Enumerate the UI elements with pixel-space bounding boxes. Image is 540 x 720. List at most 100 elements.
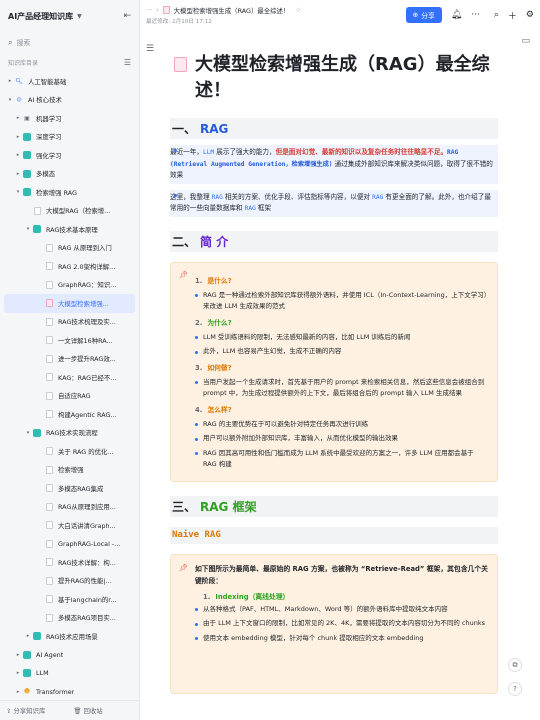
sidebar-item[interactable]: ▾ RAG技术基本原理: [4, 220, 135, 239]
sidebar-item-label: 大模型RAG（检索增...: [46, 207, 111, 216]
wiki-icon: [22, 669, 32, 678]
sidebar-item-label: GraphRAG：知识...: [58, 281, 117, 290]
sidebar-item[interactable]: ▸ LLM: [4, 664, 135, 683]
document-icon: [44, 576, 54, 585]
sidebar-item[interactable]: ▾ RAG技术实现流程: [4, 424, 135, 443]
page-title: 大模型检索增强生成（RAG）最全综述！: [170, 52, 498, 104]
sidebar-item[interactable]: ▸ ▣ 机器学习: [4, 109, 135, 128]
pin-icon: 📌︎: [179, 563, 188, 572]
breadcrumb-title[interactable]: 大模型检索增强生成（RAG）最全综述！: [174, 6, 290, 15]
sidebar-item[interactable]: ▸ RAG技术应用场景: [4, 627, 135, 646]
document-icon: [44, 502, 54, 511]
settings-icon[interactable]: ⚙: [526, 10, 534, 20]
sidebar-item[interactable]: 大模型RAG（检索增...: [4, 202, 135, 221]
sidebar-item[interactable]: GraphRAG：知识...: [4, 276, 135, 295]
chevron-down-icon[interactable]: ▼: [77, 13, 82, 20]
question-text: 如何做?: [207, 363, 232, 372]
document-icon: [32, 206, 42, 215]
sidebar-item[interactable]: RAG从原理到应用...: [4, 498, 135, 517]
sidebar-item[interactable]: 自适应RAG: [4, 387, 135, 406]
chevron-right-icon[interactable]: ▸: [14, 152, 22, 158]
chevron-right-icon[interactable]: ▸: [14, 171, 22, 177]
knowledge-base-title[interactable]: AI产品经理知识库: [8, 11, 73, 22]
globe-icon: ⊕: [412, 11, 419, 19]
sidebar-item[interactable]: 提升RAG的性能|...: [4, 572, 135, 591]
sidebar-item[interactable]: ▾ 检索增强 RAG: [4, 183, 135, 202]
search-box[interactable]: ⌕ 搜索: [6, 34, 133, 52]
breadcrumb-more[interactable]: ···: [146, 6, 152, 14]
sidebar-item[interactable]: 构建Agentic RAG...: [4, 405, 135, 424]
share-knowledge-base-button[interactable]: ⇪ 分享知识库: [6, 706, 59, 715]
floating-menu-button[interactable]: ⧉: [508, 658, 522, 672]
more-icon[interactable]: ···: [471, 10, 480, 20]
sidebar-item[interactable]: 检索增强: [4, 461, 135, 480]
inline-code: RAG: [372, 193, 384, 201]
collapse-sidebar-icon[interactable]: ⇤: [123, 11, 131, 21]
sidebar-item[interactable]: ▸ 深度学习: [4, 128, 135, 147]
sidebar-item-label: 一文详解16种RA...: [58, 336, 113, 345]
sidebar-item[interactable]: 关于 RAG 的优化...: [4, 442, 135, 461]
chevron-right-icon[interactable]: ▸: [14, 134, 22, 140]
sidebar-item[interactable]: RAG技术梳理及实...: [4, 313, 135, 332]
document-icon: [44, 317, 54, 326]
question-how: 3. 如何做?: [195, 363, 232, 372]
sidebar-item[interactable]: ▸ 多模态: [4, 165, 135, 184]
chevron-right-icon[interactable]: ▸: [14, 670, 22, 676]
sidebar-item[interactable]: ▸ AI Agent: [4, 646, 135, 665]
chevron-right-icon[interactable]: ▸: [14, 652, 22, 658]
add-icon[interactable]: ＋: [508, 9, 517, 22]
document-icon: [44, 336, 54, 345]
sidebar-item[interactable]: RAG 2.0架构详解...: [4, 257, 135, 276]
last-modified: 最近修改: 2月10日 17:12: [146, 18, 212, 25]
sidebar-item-label: RAG技术梳理及实...: [58, 318, 116, 327]
list-item: RAG 因其高可用性和低门槛而成为 LLM 系统中最受欢迎的方案之一，许多 LL…: [179, 448, 489, 471]
sidebar-item-label: KAG：RAG已经不...: [58, 373, 117, 382]
chevron-down-icon[interactable]: ▾: [24, 430, 32, 436]
share-button[interactable]: ⊕ 分享: [405, 7, 442, 23]
sidebar-item[interactable]: 多模态RAG集成: [4, 479, 135, 498]
document-icon: [44, 410, 54, 419]
sidebar-item[interactable]: 进一步提升RAG效...: [4, 350, 135, 369]
sidebar-item[interactable]: ▸ 🔍︎ 人工智能基础: [4, 72, 135, 91]
sidebar-item[interactable]: GraphRAG-Local -...: [4, 535, 135, 554]
sidebar-item[interactable]: 大白话讲清Graph...: [4, 516, 135, 535]
sidebar-item[interactable]: ▾ ◍ AI 核心技术: [4, 91, 135, 110]
sidebar-item[interactable]: KAG：RAG已经不...: [4, 368, 135, 387]
sidebar-item[interactable]: ▸ 强化学习: [4, 146, 135, 165]
document-icon: [44, 521, 54, 530]
globe-icon: ◍: [16, 96, 22, 104]
bell-icon[interactable]: 🔔︎: [451, 10, 462, 20]
sidebar-item[interactable]: RAG技术详解：构...: [4, 553, 135, 572]
search-icon[interactable]: ⌕: [494, 10, 499, 20]
sidebar-item[interactable]: RAG 从原理到入门: [4, 239, 135, 258]
heading-number: 一、: [172, 122, 197, 136]
chevron-right-icon[interactable]: ▸: [14, 115, 22, 121]
sidebar-item[interactable]: 多模态RAG项目实...: [4, 609, 135, 628]
chevron-right-icon[interactable]: ▸: [6, 78, 14, 84]
help-button[interactable]: ?: [508, 682, 522, 696]
directory-tree: ▸ 🔍︎ 人工智能基础 ▾ ◍ AI 核心技术 ▸ ▣ 机器学习 ▸ 深度学习 ▸ 强化学习 ▸ 多模态 ▾ 检…: [0, 72, 139, 701]
document-icon: [44, 354, 54, 363]
sidebar-item[interactable]: 基于langchain的r...: [4, 590, 135, 609]
comment-icon[interactable]: ▭: [521, 36, 530, 46]
sidebar-item[interactable]: 大模型检索增强...: [4, 294, 135, 313]
chevron-down-icon[interactable]: ▾: [6, 97, 14, 103]
text-run: 最近一年，: [170, 148, 203, 156]
sidebar-item[interactable]: 一文详解16种RA...: [4, 331, 135, 350]
document-icon: [44, 539, 54, 548]
trash-button[interactable]: 🗑 回收站: [73, 706, 116, 715]
transformer-icon: ☻: [23, 688, 31, 696]
directory-sort-icon[interactable]: ☰: [124, 58, 131, 67]
sidebar-item[interactable]: ▸ ☻ Transformer: [4, 683, 135, 702]
sidebar-item-label: RAG技术基本原理: [46, 225, 98, 234]
chevron-right-icon[interactable]: ▸: [14, 689, 22, 695]
document-icon: [44, 280, 54, 289]
chevron-down-icon[interactable]: ▾: [14, 189, 22, 195]
chevron-right-icon[interactable]: ▸: [24, 633, 32, 639]
heading-text: RAG: [200, 121, 229, 136]
sidebar-item-label: RAG技术实现流程: [46, 429, 98, 438]
chevron-down-icon[interactable]: ▾: [24, 226, 32, 232]
star-icon[interactable]: ☆: [295, 6, 301, 14]
outline-icon[interactable]: ☰: [146, 44, 154, 54]
list-item: 使用文本 embedding 模型，针对每个 chunk 提取相应的文本 emb…: [179, 633, 489, 645]
